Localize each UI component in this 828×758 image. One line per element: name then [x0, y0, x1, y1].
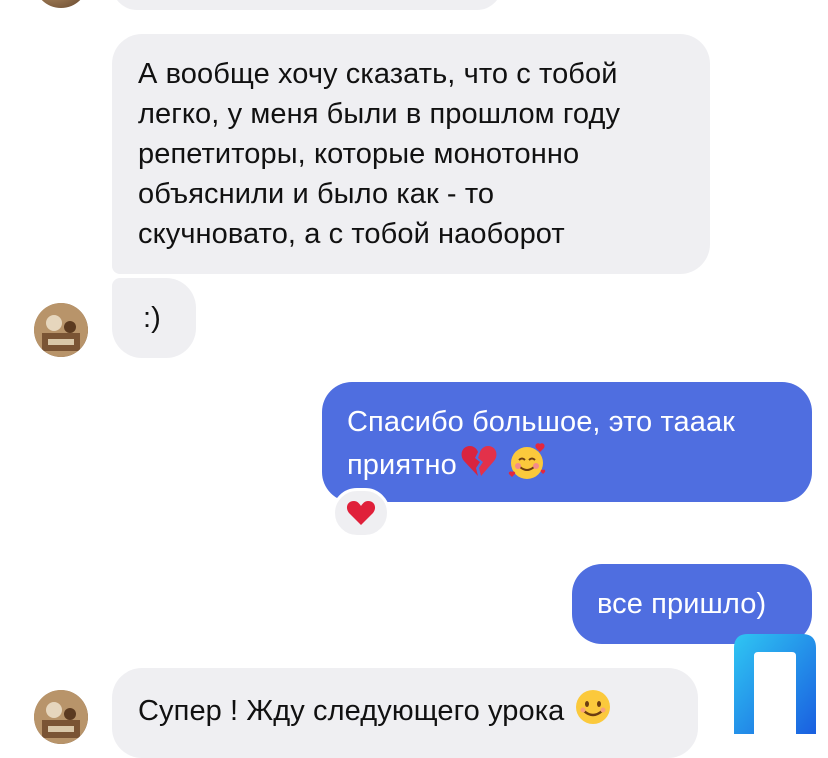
watermark-logo	[730, 630, 820, 736]
message-line: объяснили и было как - то	[138, 178, 495, 210]
contact-avatar-partial[interactable]	[34, 0, 88, 8]
message-line: скучновато, а с тобой наоборот	[138, 218, 565, 250]
incoming-message-3[interactable]: Супер ! Жду следующего урока	[112, 668, 698, 758]
heart-icon	[346, 501, 376, 525]
message-line: легко, у меня были в прошлом году	[138, 98, 621, 130]
heart-reaction[interactable]	[332, 488, 390, 538]
message-line: А вообще хочу сказать, что с тобой	[138, 58, 618, 90]
contact-avatar[interactable]	[34, 690, 88, 744]
contact-avatar[interactable]	[34, 303, 88, 357]
message-text: все пришло)	[597, 588, 767, 620]
message-line: репетиторы, которые монотонно	[138, 138, 580, 170]
incoming-message-2[interactable]: :)	[112, 278, 196, 358]
message-text: Супер ! Жду следующего урока	[138, 695, 565, 728]
broken-heart-icon	[461, 444, 497, 489]
smiling-face-with-hearts-icon	[507, 442, 547, 491]
outgoing-message-1[interactable]: Спасибо большое, это тааак приятно	[322, 382, 812, 502]
incoming-message-1[interactable]: А вообще хочу сказать, что с тобой легко…	[112, 34, 710, 274]
message-line: приятно	[347, 442, 787, 491]
message-text: приятно	[347, 449, 457, 482]
smiling-face-icon	[574, 688, 612, 737]
incoming-bubble-partial[interactable]	[112, 0, 502, 10]
message-text: :)	[143, 302, 161, 334]
message-line: Спасибо большое, это тааак	[347, 406, 735, 438]
